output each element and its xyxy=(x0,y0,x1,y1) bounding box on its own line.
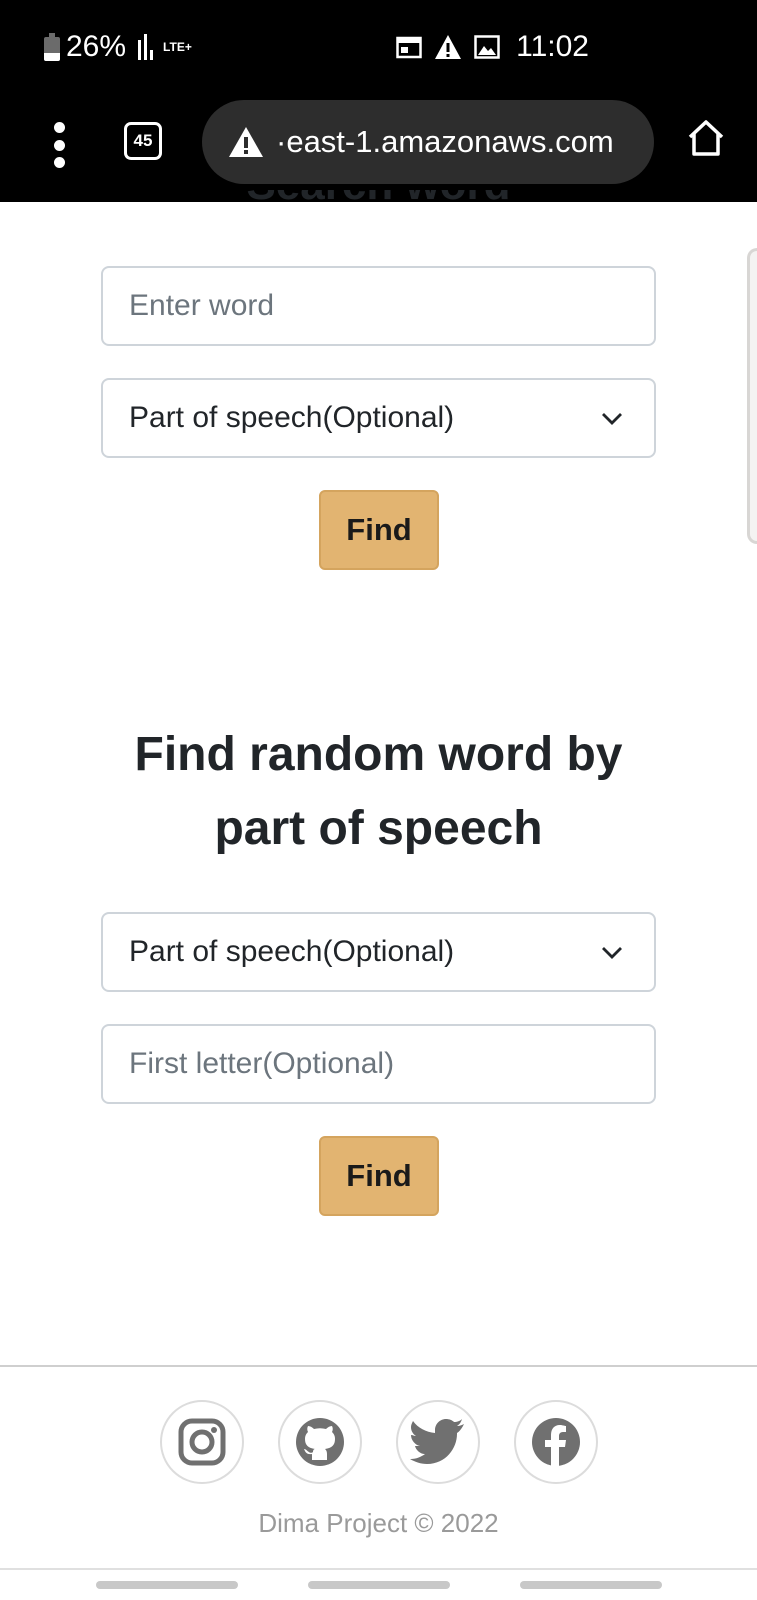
nav-indicator xyxy=(96,1581,238,1589)
nav-indicator xyxy=(308,1581,450,1589)
part-of-speech-select[interactable]: Part of speech(Optional) xyxy=(101,378,656,458)
status-left: 26% LTE+ xyxy=(44,30,192,64)
clock: 11:02 xyxy=(516,30,589,63)
random-part-of-speech-select[interactable]: Part of speech(Optional) xyxy=(101,912,656,992)
first-letter-placeholder: First letter(Optional) xyxy=(129,1047,395,1080)
copyright-text: Dima Project © 2022 xyxy=(258,1508,499,1538)
first-letter-input[interactable]: First letter(Optional) xyxy=(101,1024,656,1104)
url-text: ·east-1.amazonaws.com xyxy=(276,124,614,159)
chevron-down-icon xyxy=(602,413,622,425)
twitter-icon xyxy=(410,1419,464,1464)
instagram-icon xyxy=(178,1418,226,1466)
signal-icon xyxy=(138,34,154,60)
twitter-link[interactable] xyxy=(396,1400,480,1484)
random-word-heading: Find random word by part of speech xyxy=(0,718,757,866)
word-input[interactable]: Enter word xyxy=(101,266,656,346)
word-input-placeholder: Enter word xyxy=(129,289,275,322)
image-icon xyxy=(474,35,500,59)
browser-toolbar: 45 ·east-1.amazonaws.com xyxy=(0,100,757,202)
facebook-icon xyxy=(532,1418,580,1466)
find-word-button[interactable]: Find xyxy=(319,490,439,570)
nav-indicator xyxy=(520,1581,662,1589)
bottom-divider xyxy=(0,1568,757,1570)
facebook-link[interactable] xyxy=(514,1400,598,1484)
warning-icon xyxy=(435,35,462,59)
battery-icon xyxy=(44,33,60,61)
menu-icon[interactable] xyxy=(48,122,70,168)
calendar-icon xyxy=(396,36,422,59)
part-of-speech-selected: Part of speech(Optional) xyxy=(129,401,455,434)
network-type: LTE+ xyxy=(163,40,192,54)
instagram-link[interactable] xyxy=(160,1400,244,1484)
status-bar: 26% LTE+ 11:02 xyxy=(0,0,757,100)
search-word-heading-clipped: Search word xyxy=(0,190,757,202)
random-word-heading-line2: part of speech xyxy=(214,802,543,855)
address-bar[interactable]: ·east-1.amazonaws.com xyxy=(202,100,654,184)
not-secure-icon xyxy=(229,127,263,157)
github-link[interactable] xyxy=(278,1400,362,1484)
github-icon xyxy=(296,1418,344,1466)
chevron-down-icon xyxy=(602,947,622,959)
random-part-of-speech-selected: Part of speech(Optional) xyxy=(129,935,455,968)
random-word-heading-line1: Find random word by xyxy=(134,728,623,781)
footer-divider xyxy=(0,1365,757,1367)
tab-switcher-button[interactable]: 45 xyxy=(124,122,162,160)
status-right: 11:02 xyxy=(396,30,589,64)
battery-percent: 26% xyxy=(66,30,127,63)
home-icon[interactable] xyxy=(686,118,726,158)
find-random-word-button[interactable]: Find xyxy=(319,1136,439,1216)
scrollbar[interactable] xyxy=(747,248,757,544)
